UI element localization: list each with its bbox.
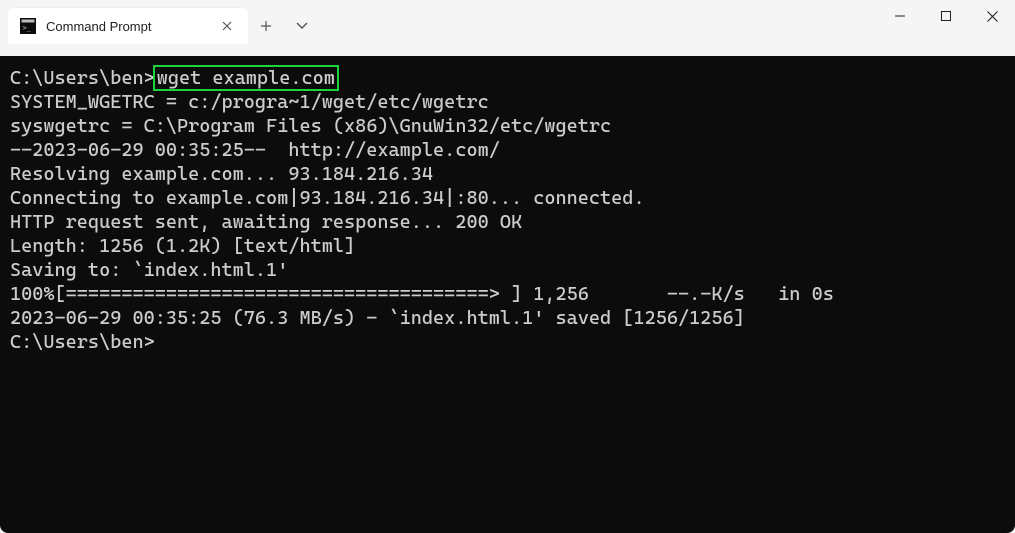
prompt-text: C:\Users\ben> [10, 67, 155, 89]
output-line: --2023-06-29 00:35:25-- http://example.c… [10, 138, 1005, 162]
terminal-output[interactable]: C:\Users\ben>wget example.comSYSTEM_WGET… [0, 56, 1015, 533]
window-controls [877, 0, 1015, 40]
tab-command-prompt[interactable]: >_ Command Prompt [8, 8, 248, 44]
output-line: SYSTEM_WGETRC = c:/progra~1/wget/etc/wge… [10, 90, 1005, 114]
tab-title: Command Prompt [46, 19, 208, 34]
output-line: Length: 1256 (1.2K) [text/html] [10, 234, 1005, 258]
cmd-icon: >_ [20, 18, 36, 34]
output-line: HTTP request sent, awaiting response... … [10, 210, 1005, 234]
output-line: 2023-06-29 00:35:25 (76.3 MB/s) - `index… [10, 306, 1005, 330]
output-line: Saving to: `index.html.1' [10, 258, 1005, 282]
highlighted-command: wget example.com [153, 65, 339, 91]
output-line: 100%[===================================… [10, 282, 1005, 306]
terminal-window: >_ Command Prompt [0, 0, 1015, 533]
close-window-button[interactable] [969, 0, 1015, 32]
tab-strip: >_ Command Prompt [0, 0, 248, 44]
tab-close-button[interactable] [218, 17, 236, 35]
output-line: Connecting to example.com|93.184.216.34|… [10, 186, 1005, 210]
tab-dropdown-button[interactable] [284, 8, 320, 44]
output-line: Resolving example.com... 93.184.216.34 [10, 162, 1005, 186]
new-tab-button[interactable] [248, 8, 284, 44]
output-line: syswgetrc = C:\Program Files (x86)\GnuWi… [10, 114, 1005, 138]
minimize-button[interactable] [877, 0, 923, 32]
svg-text:>_: >_ [23, 24, 32, 32]
output-line: C:\Users\ben>wget example.com [10, 66, 1005, 90]
maximize-button[interactable] [923, 0, 969, 32]
prompt-idle: C:\Users\ben> [10, 330, 1005, 354]
titlebar: >_ Command Prompt [0, 0, 1015, 56]
